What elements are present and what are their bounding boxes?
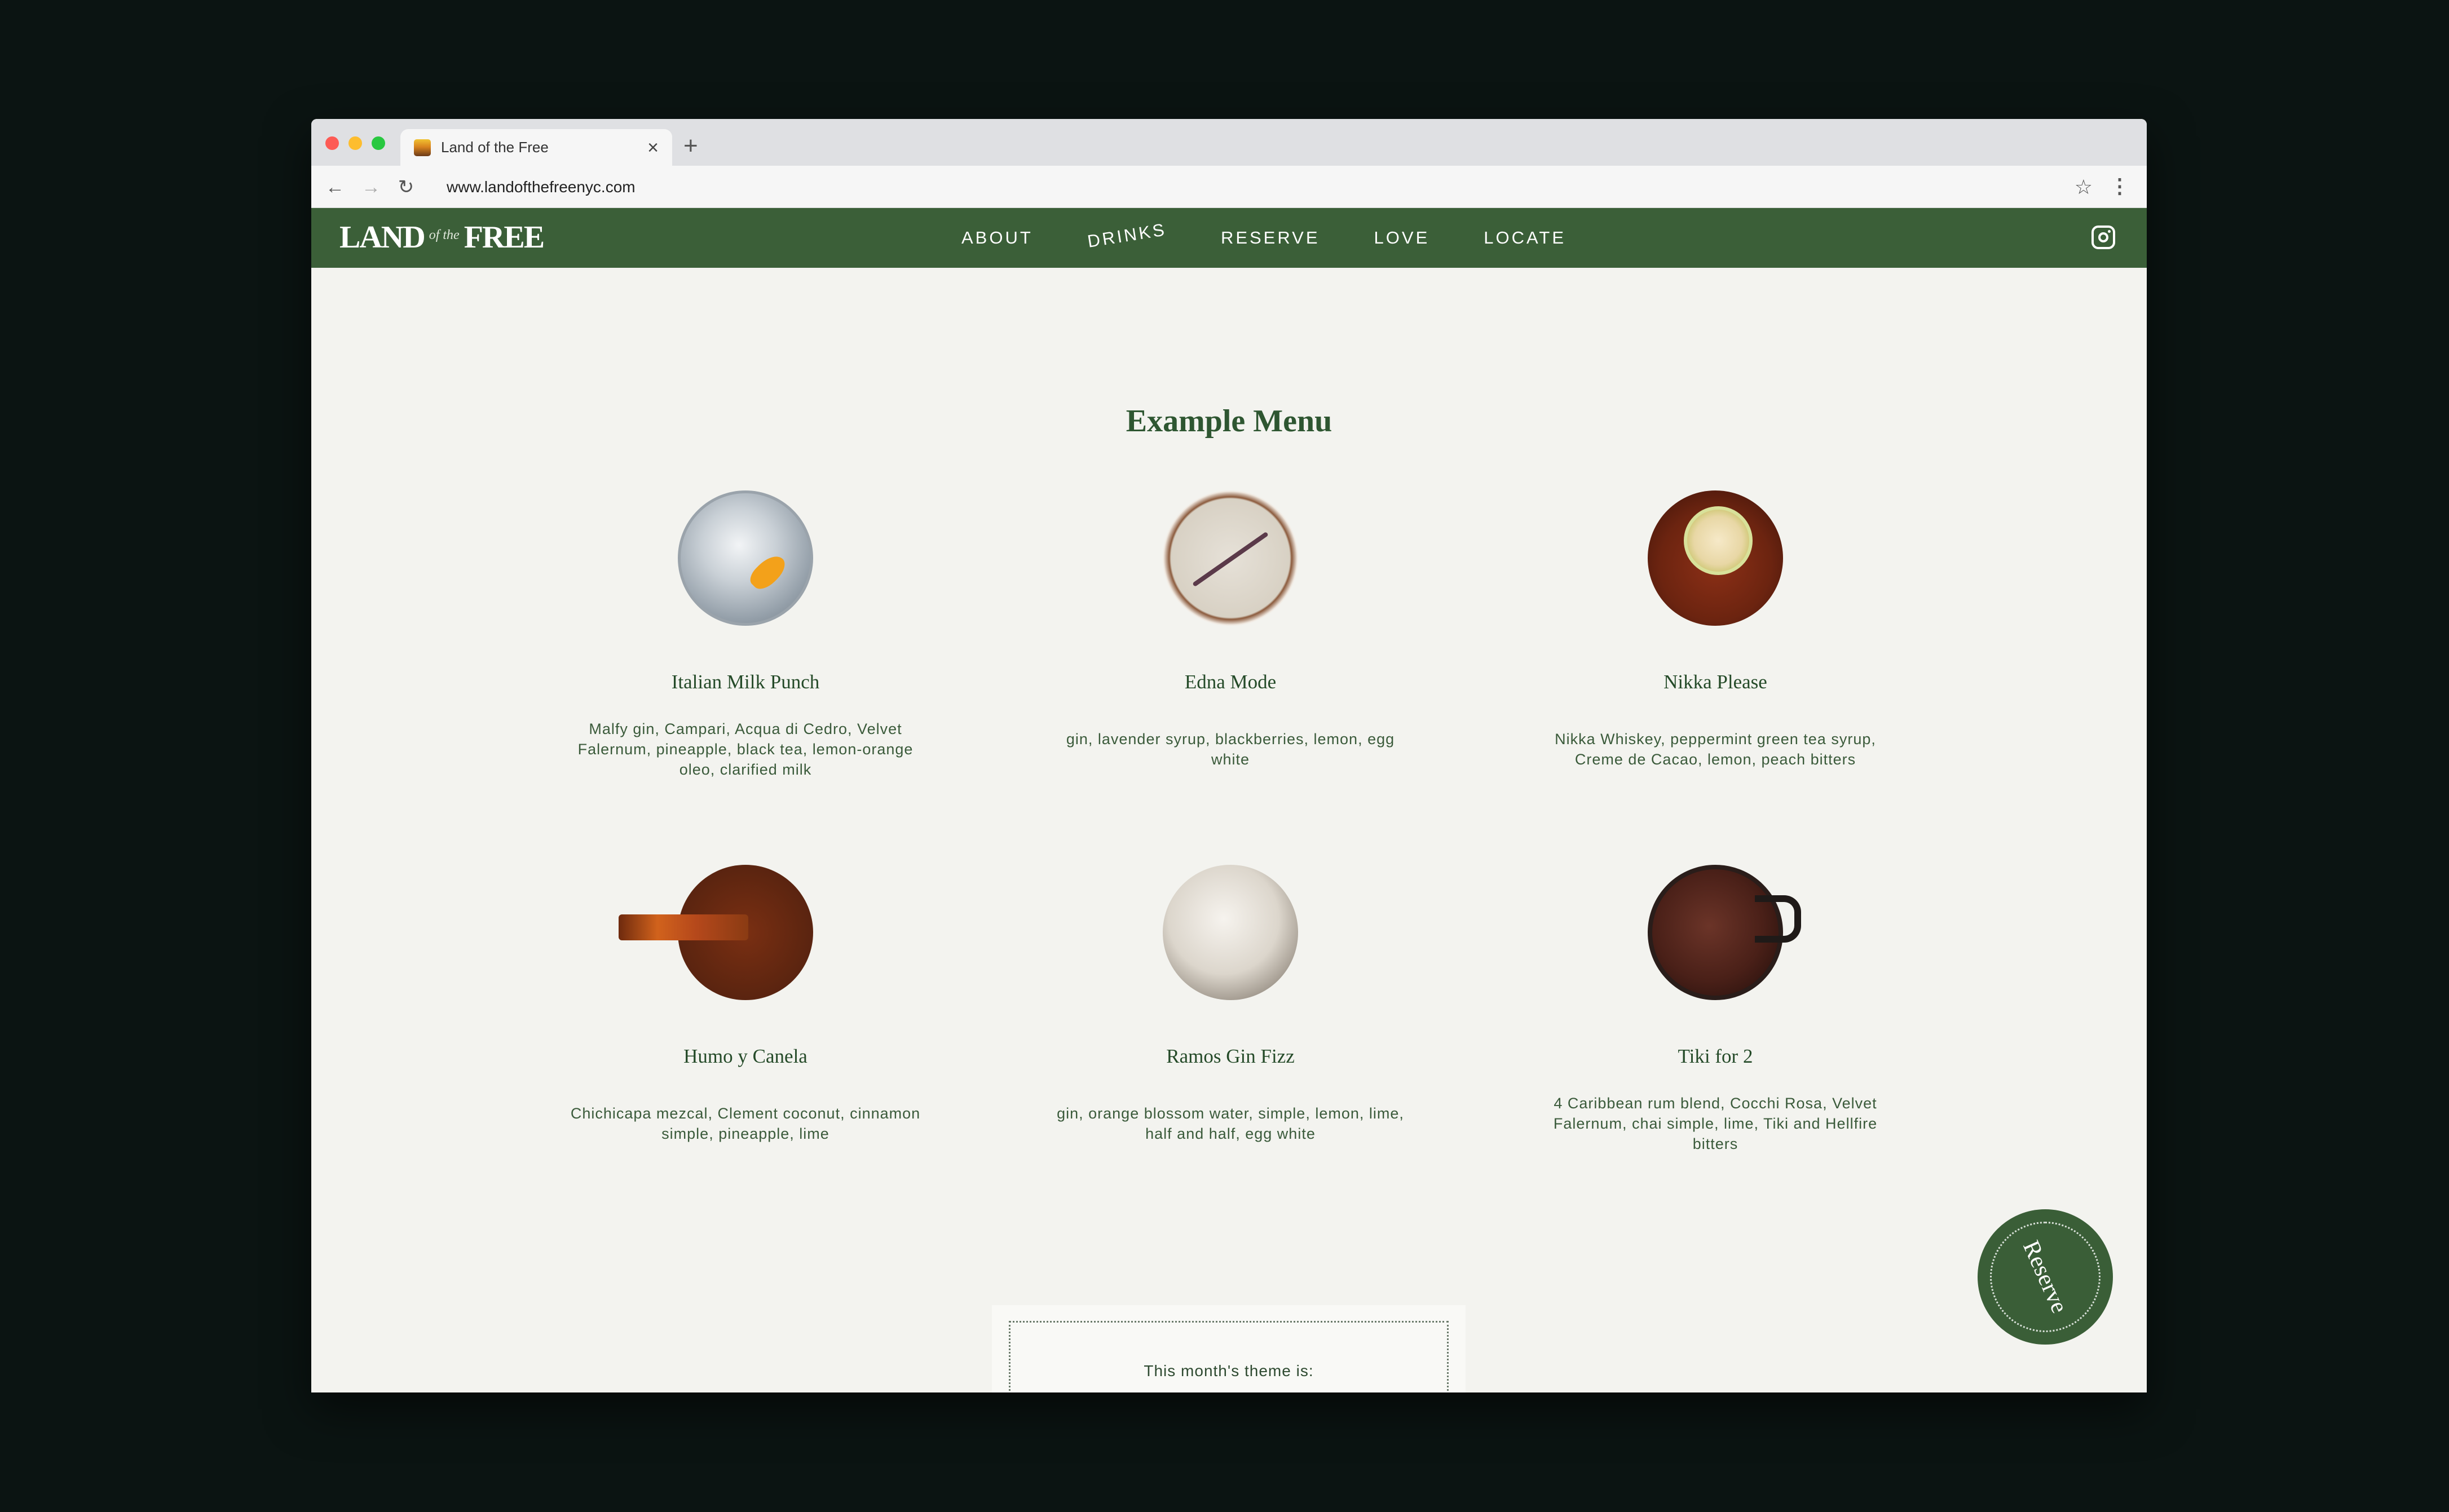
drink-name: Ramos Gin Fizz bbox=[1166, 1045, 1295, 1067]
drink-card: Humo y Canela Chichicapa mezcal, Clement… bbox=[503, 865, 988, 1155]
drink-description: 4 Caribbean rum blend, Cocchi Rosa, Velv… bbox=[1553, 1095, 1878, 1152]
site-navigation: LAND of the FREE ABOUT DRINKS RESERVE LO… bbox=[311, 208, 2147, 268]
drink-description: Malfy gin, Campari, Acqua di Cedro, Velv… bbox=[577, 720, 914, 778]
drink-photo bbox=[1163, 865, 1298, 1000]
nav-item-about[interactable]: ABOUT bbox=[961, 228, 1033, 248]
back-arrow-icon[interactable]: ← bbox=[324, 176, 346, 198]
page-content: Example Menu Italian Milk Punch Malfy gi… bbox=[311, 268, 2147, 1392]
drink-photo bbox=[1648, 865, 1801, 1000]
drink-card: Edna Mode gin, lavender syrup, blackberr… bbox=[988, 490, 1473, 780]
drink-description: gin, orange blossom water, simple, lemon… bbox=[1057, 1105, 1404, 1142]
browser-window: Land of the Free × + ← → ↻ www.landofthe… bbox=[311, 119, 2147, 1392]
page-title: Example Menu bbox=[1126, 404, 1332, 439]
drink-card: Tiki for 2 4 Caribbean rum blend, Cocchi… bbox=[1473, 865, 1958, 1155]
tab-title: Land of the Free bbox=[441, 139, 549, 156]
drink-photo bbox=[619, 865, 813, 1000]
theme-label: This month's theme is: bbox=[1144, 1362, 1314, 1380]
tab-strip: Land of the Free × + bbox=[311, 119, 2147, 166]
close-icon[interactable]: × bbox=[647, 138, 659, 157]
nav-item-drinks[interactable]: DRINKS bbox=[1086, 219, 1168, 252]
theme-card-border: This month's theme is: bbox=[1009, 1321, 1449, 1392]
drink-description: gin, lavender syrup, blackberries, lemon… bbox=[1066, 731, 1395, 768]
nav-item-locate[interactable]: LOCATE bbox=[1484, 228, 1566, 248]
minimize-window-button[interactable] bbox=[348, 136, 362, 150]
menu-kebab-icon[interactable]: ⋮ bbox=[2110, 175, 2130, 197]
drink-card: Ramos Gin Fizz gin, orange blossom water… bbox=[988, 865, 1473, 1155]
drink-photo bbox=[678, 490, 813, 626]
instagram-icon[interactable] bbox=[2091, 226, 2115, 249]
drink-card: Italian Milk Punch Malfy gin, Campari, A… bbox=[503, 490, 988, 780]
address-bar: ← → ↻ www.landofthefreenyc.com ☆ ⋮ bbox=[311, 166, 2147, 208]
monthly-theme-card: This month's theme is: bbox=[992, 1305, 1466, 1392]
bookmark-star-icon[interactable]: ☆ bbox=[2075, 176, 2093, 198]
maximize-window-button[interactable] bbox=[372, 136, 385, 150]
nav-item-reserve[interactable]: RESERVE bbox=[1221, 228, 1320, 248]
forward-arrow-icon[interactable]: → bbox=[360, 176, 382, 198]
drink-photo bbox=[1163, 490, 1298, 626]
site-logo[interactable]: LAND of the FREE bbox=[339, 220, 545, 255]
favicon-icon bbox=[414, 139, 431, 156]
url-field[interactable]: www.landofthefreenyc.com bbox=[447, 166, 636, 208]
drink-description: Nikka Whiskey, peppermint green tea syru… bbox=[1555, 731, 1876, 768]
reload-icon[interactable]: ↻ bbox=[395, 176, 417, 198]
close-window-button[interactable] bbox=[325, 136, 339, 150]
drink-photo bbox=[1648, 490, 1783, 626]
drink-menu-grid: Italian Milk Punch Malfy gin, Campari, A… bbox=[503, 490, 1958, 1155]
drink-card: Nikka Please Nikka Whiskey, peppermint g… bbox=[1473, 490, 1958, 780]
drink-name: Italian Milk Punch bbox=[671, 671, 820, 693]
drink-name: Nikka Please bbox=[1663, 671, 1767, 693]
drink-name: Edna Mode bbox=[1184, 671, 1277, 693]
drink-name: Tiki for 2 bbox=[1678, 1045, 1753, 1067]
drink-name: Humo y Canela bbox=[683, 1045, 807, 1067]
drink-description: Chichicapa mezcal, Clement coconut, cinn… bbox=[570, 1105, 921, 1142]
reserve-button[interactable]: Reserve bbox=[1978, 1209, 2113, 1345]
nav-item-love[interactable]: LOVE bbox=[1374, 228, 1430, 248]
main-menu: ABOUT DRINKS RESERVE LOVE LOCATE bbox=[961, 208, 1620, 268]
plus-icon[interactable]: + bbox=[683, 134, 698, 158]
browser-tab[interactable]: Land of the Free × bbox=[400, 129, 672, 166]
